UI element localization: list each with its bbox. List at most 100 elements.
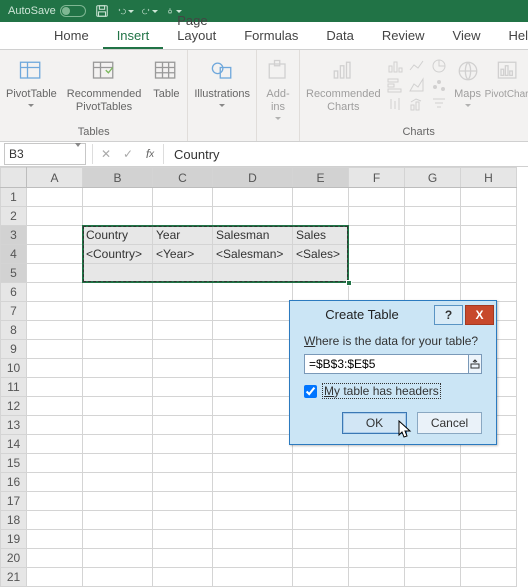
row-header[interactable]: 11: [1, 378, 27, 397]
cell[interactable]: [293, 207, 349, 226]
enter-formula-button[interactable]: ✓: [117, 143, 139, 165]
cell[interactable]: [83, 378, 153, 397]
cell[interactable]: [405, 454, 461, 473]
cell[interactable]: [349, 454, 405, 473]
cell[interactable]: [405, 207, 461, 226]
cell[interactable]: [405, 188, 461, 207]
column-header[interactable]: E: [293, 168, 349, 188]
autosave-toggle[interactable]: AutoSave: [8, 5, 86, 17]
headers-checkbox-label[interactable]: My table has headers: [322, 383, 441, 399]
cell[interactable]: [213, 492, 293, 511]
cell[interactable]: [83, 397, 153, 416]
cell[interactable]: [83, 416, 153, 435]
formula-value[interactable]: Country: [166, 147, 220, 162]
cell[interactable]: [349, 511, 405, 530]
cell[interactable]: [293, 549, 349, 568]
dialog-help-button[interactable]: ?: [434, 305, 463, 325]
row-header[interactable]: 15: [1, 454, 27, 473]
cell[interactable]: [349, 492, 405, 511]
cell[interactable]: [27, 473, 83, 492]
cell[interactable]: [27, 226, 83, 245]
cell[interactable]: [27, 340, 83, 359]
cell[interactable]: [293, 568, 349, 587]
cell[interactable]: [83, 492, 153, 511]
cancel-formula-button[interactable]: ✕: [95, 143, 117, 165]
cell[interactable]: [27, 549, 83, 568]
cell[interactable]: [153, 549, 213, 568]
undo-icon[interactable]: [118, 3, 134, 19]
cell[interactable]: [213, 473, 293, 492]
line-chart-button[interactable]: [409, 58, 425, 74]
column-header[interactable]: C: [153, 168, 213, 188]
cell[interactable]: [27, 188, 83, 207]
cell[interactable]: [83, 264, 153, 283]
cell[interactable]: [405, 530, 461, 549]
row-header[interactable]: 10: [1, 359, 27, 378]
cell[interactable]: [153, 416, 213, 435]
cell[interactable]: [349, 264, 405, 283]
cell[interactable]: [293, 264, 349, 283]
row-header[interactable]: 18: [1, 511, 27, 530]
cell[interactable]: [213, 359, 293, 378]
cell[interactable]: [27, 359, 83, 378]
column-header[interactable]: F: [349, 168, 405, 188]
cell[interactable]: [213, 283, 293, 302]
cell[interactable]: [213, 321, 293, 340]
cell[interactable]: [461, 188, 517, 207]
cancel-button[interactable]: Cancel: [417, 412, 482, 434]
cell[interactable]: [27, 530, 83, 549]
combo-chart-button[interactable]: [409, 96, 425, 112]
maps-button[interactable]: Maps: [453, 56, 483, 107]
cell[interactable]: [349, 188, 405, 207]
cell[interactable]: Year: [153, 226, 213, 245]
column-header[interactable]: G: [405, 168, 461, 188]
cell[interactable]: [461, 226, 517, 245]
dialog-close-button[interactable]: X: [465, 305, 494, 325]
cell[interactable]: [83, 283, 153, 302]
tab-help[interactable]: Help: [494, 24, 528, 49]
column-header[interactable]: H: [461, 168, 517, 188]
tab-view[interactable]: View: [439, 24, 495, 49]
cell[interactable]: [153, 511, 213, 530]
cell[interactable]: [153, 188, 213, 207]
cell[interactable]: [83, 530, 153, 549]
cell[interactable]: <Salesman>: [213, 245, 293, 264]
tab-home[interactable]: Home: [40, 24, 103, 49]
cell[interactable]: [461, 473, 517, 492]
cell[interactable]: [27, 207, 83, 226]
cell[interactable]: [405, 283, 461, 302]
cell[interactable]: [461, 207, 517, 226]
cell[interactable]: [213, 416, 293, 435]
cell[interactable]: [83, 454, 153, 473]
pivottable-button[interactable]: PivotTable: [6, 56, 57, 107]
cell[interactable]: [153, 568, 213, 587]
cell[interactable]: [213, 340, 293, 359]
column-header[interactable]: D: [213, 168, 293, 188]
cell[interactable]: [153, 492, 213, 511]
cell[interactable]: [349, 245, 405, 264]
cell[interactable]: [461, 568, 517, 587]
row-header[interactable]: 1: [1, 188, 27, 207]
range-input[interactable]: [304, 354, 469, 374]
name-box[interactable]: B3: [4, 143, 86, 165]
cell[interactable]: [83, 473, 153, 492]
table-button[interactable]: Table: [151, 56, 181, 101]
tab-review[interactable]: Review: [368, 24, 439, 49]
illustrations-button[interactable]: Illustrations: [194, 56, 250, 107]
row-header[interactable]: 16: [1, 473, 27, 492]
row-header[interactable]: 3: [1, 226, 27, 245]
cell[interactable]: [83, 207, 153, 226]
row-header[interactable]: 7: [1, 302, 27, 321]
cell[interactable]: [293, 283, 349, 302]
cell[interactable]: [27, 492, 83, 511]
stock-chart-button[interactable]: [387, 96, 403, 112]
cell[interactable]: [83, 321, 153, 340]
cell[interactable]: [27, 454, 83, 473]
cell[interactable]: [27, 378, 83, 397]
cell[interactable]: [349, 283, 405, 302]
dialog-titlebar[interactable]: Create Table ? X: [290, 301, 496, 328]
cell[interactable]: [213, 568, 293, 587]
cell[interactable]: [27, 435, 83, 454]
cell[interactable]: [293, 188, 349, 207]
collapse-dialog-button[interactable]: [469, 354, 482, 374]
